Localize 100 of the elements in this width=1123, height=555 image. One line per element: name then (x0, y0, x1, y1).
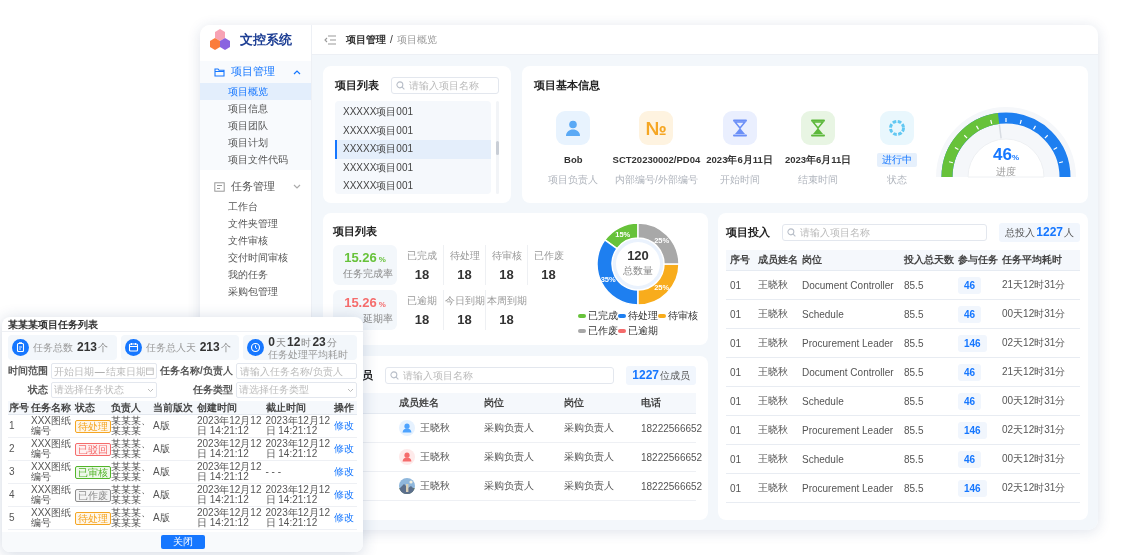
menu-item[interactable]: 项目团队 (200, 117, 311, 134)
menu-item[interactable]: 项目文件代码 (200, 151, 311, 168)
table-cell-text: 采购负责人 (563, 421, 615, 435)
table-cell-text: 00天12时31分 (1001, 394, 1067, 408)
menu-item[interactable]: 文件审核 (200, 232, 311, 249)
table-cell-text: 王晓秋 (757, 278, 789, 292)
edit-link[interactable]: 修改 (334, 420, 354, 431)
info-label: 项目负责人 (548, 173, 599, 187)
menu-item[interactable]: 文件夹管理 (200, 215, 311, 232)
stat-unit: 分 (326, 336, 337, 349)
count-value: 18 (414, 266, 430, 282)
count-unit: 位成员 (660, 368, 690, 383)
table-cell-text: Procurement Leader (801, 424, 895, 436)
list-item[interactable]: XXXXX项目001 (335, 121, 491, 140)
menu-item[interactable]: 我的任务 (200, 266, 311, 283)
menu-group[interactable]: 项目管理 (200, 61, 311, 83)
table-cell: 2023年12月12日 14:21:12 (196, 414, 265, 438)
close-button[interactable]: 关闭 (160, 535, 205, 549)
calendar-icon (146, 367, 154, 375)
breadcrumb-item[interactable]: 项目管理 (346, 32, 386, 47)
table-cell-text: 85.5 (903, 279, 925, 291)
count-label: 已作废 (533, 248, 564, 263)
menu-item[interactable]: 项目概览 (200, 83, 311, 100)
column-header: 操作 (333, 401, 357, 415)
search-field[interactable]: 请输入项目名称 (782, 223, 988, 241)
task-count: 46 (958, 305, 982, 323)
table-cell: 1 (8, 414, 30, 438)
table-cell: 2 (8, 437, 30, 461)
table-cell: A版 (152, 483, 196, 507)
dialog-title: 某某某项目任务列表 (8, 319, 98, 330)
legend-label: 待审核 (668, 309, 698, 323)
menu-item[interactable]: 项目信息 (200, 100, 311, 117)
edit-link[interactable]: 修改 (334, 489, 354, 500)
edit-link[interactable]: 修改 (334, 443, 354, 454)
table-cell: - - - (264, 460, 333, 484)
column-header: 参与任务 (957, 253, 998, 267)
table-cell-text: 王晓秋 (757, 481, 789, 495)
menu-item[interactable]: 采购包管理 (200, 283, 311, 300)
column-header: 任务名称 (30, 401, 74, 415)
table-cell: 5 (8, 506, 30, 530)
list-item[interactable]: XXXXX项目001 (335, 103, 491, 122)
task-count: 146 (958, 479, 987, 497)
rate-unit: % (378, 254, 386, 264)
list-item[interactable]: XXXXX项目001 (335, 140, 491, 159)
list-item[interactable]: XXXXX项目001 (335, 177, 491, 196)
edit-link[interactable]: 修改 (334, 512, 354, 523)
status-tag: 进行中 (876, 153, 917, 167)
status-tag: 待处理 (75, 419, 111, 433)
task-count: 146 (958, 334, 987, 352)
search-field[interactable]: 请输入任务名称/负责人 (235, 363, 357, 379)
info-value: SCT20230002/PD04 (612, 153, 701, 167)
table-cell: 某某某、某某某 (110, 506, 152, 530)
table-cell: 某某某、某某某 (110, 437, 152, 461)
logo-icon (208, 29, 232, 51)
table-cell-text: 01 (729, 308, 743, 320)
number-symbol: № (645, 118, 667, 138)
table-cell-text: Schedule (801, 453, 845, 465)
menu-group[interactable]: 任务管理 (200, 176, 311, 198)
table-cell-text: 采购负责人 (563, 450, 615, 464)
table-cell-text: 采购负责人 (483, 479, 535, 493)
count-label: 本周到期 (486, 293, 527, 308)
table-cell-text: 85.5 (903, 366, 925, 378)
table-cell-text: 01 (729, 337, 743, 349)
stat-value: 213 (199, 340, 220, 354)
count-label: 待审核 (491, 248, 522, 263)
search-field[interactable]: 请输入项目名称 (391, 76, 499, 94)
table-cell: 2023年12月12日 14:21:12 (196, 460, 265, 484)
stat-value: 0 (268, 335, 276, 348)
edit-link[interactable]: 修改 (334, 466, 354, 477)
table-cell: 4 (8, 483, 30, 507)
table-cell: 王晓秋 (420, 479, 450, 493)
table-cell-text: 85.5 (903, 482, 925, 494)
table-cell-text: 01 (729, 279, 743, 291)
count-label: 已完成 (407, 248, 437, 263)
menu-item[interactable]: 工作台 (200, 198, 311, 215)
search-field[interactable]: 请输入项目名称 (385, 366, 615, 384)
status-tag: 已驳回 (75, 442, 111, 456)
folder-icon (214, 67, 225, 77)
table-cell: 2023年12月12日 14:21:12 (264, 414, 333, 438)
table-cell: 2023年12月12日 14:21:12 (196, 483, 265, 507)
search-icon (390, 370, 399, 380)
list-icon (214, 182, 225, 192)
total-label: 总投入 (1005, 225, 1036, 240)
task-count: 146 (958, 421, 987, 439)
status-tag: 待处理 (75, 511, 111, 525)
legend-label: 已完成 (588, 309, 618, 323)
info-label: 开始时间 (719, 173, 760, 187)
list-item[interactable]: XXXXX项目001 (335, 158, 491, 177)
progress-unit: % (1011, 153, 1019, 162)
column-header: 序号 (729, 253, 751, 267)
table-cell: 2023年12月12日 14:21:12 (196, 437, 265, 461)
info-label: 状态 (886, 173, 907, 187)
count-value: 18 (541, 266, 556, 282)
menu-item[interactable]: 交付时间审核 (200, 249, 311, 266)
stat-unit: 天 (276, 336, 287, 349)
card-title: 项目列表 (335, 77, 379, 93)
task-count: 46 (958, 392, 982, 410)
table-cell-text: 21天12时31分 (1001, 278, 1067, 292)
menu-item[interactable]: 项目计划 (200, 134, 311, 151)
table-cell: 2023年12月12日 14:21:12 (264, 483, 333, 507)
